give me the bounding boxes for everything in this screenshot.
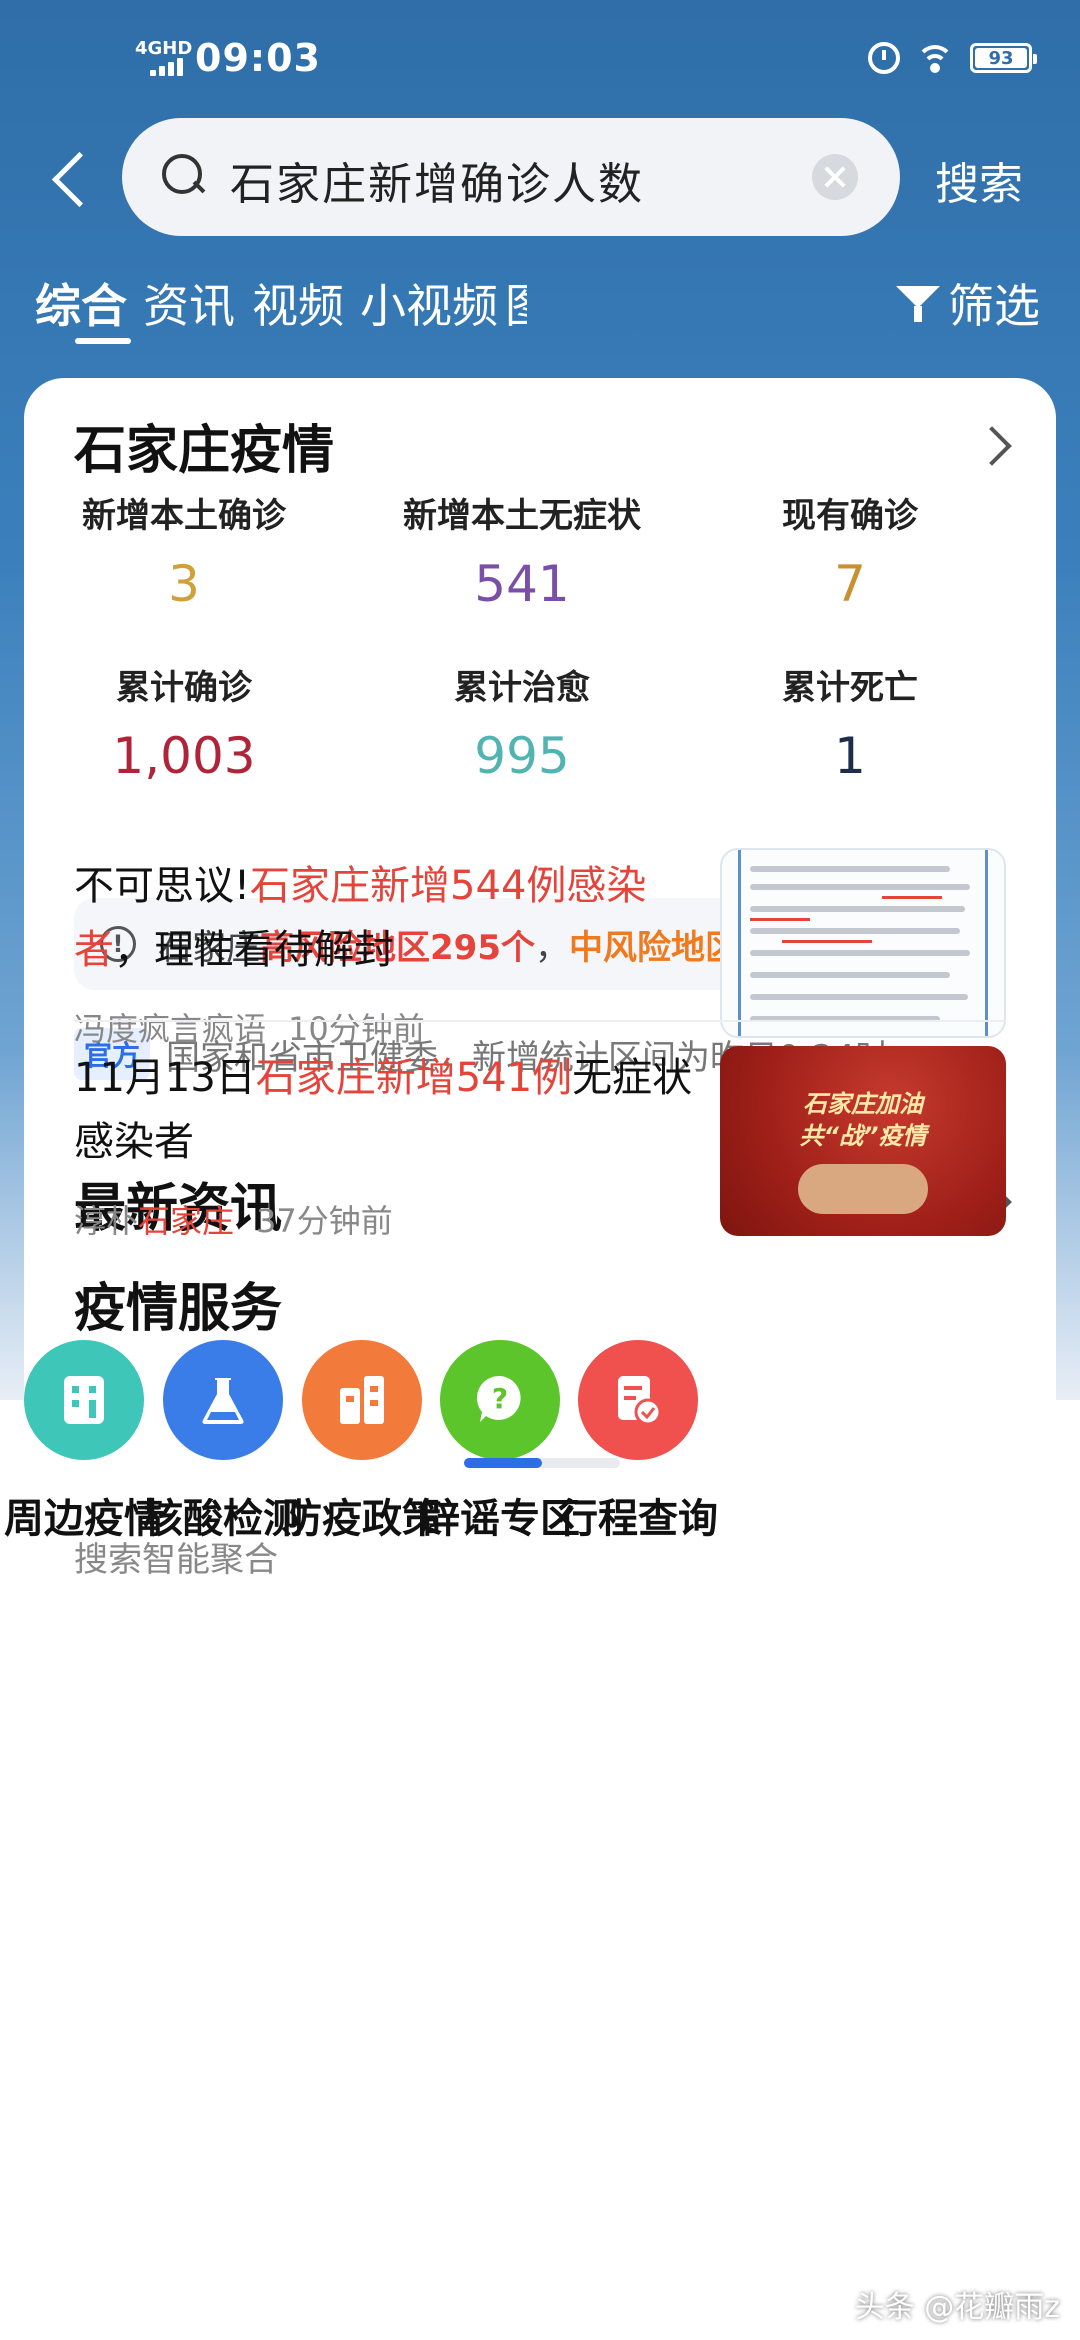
stat-value: 541 bbox=[474, 555, 570, 613]
stat-total-confirmed[interactable]: 累计确诊 1,003 bbox=[24, 660, 344, 785]
stat-value: 3 bbox=[168, 555, 200, 613]
search-button[interactable]: 搜索 bbox=[935, 148, 1023, 212]
tab-short-video[interactable]: 小视频 bbox=[360, 270, 498, 336]
stat-new-asymptomatic[interactable]: 新增本土无症状 541 bbox=[362, 488, 682, 613]
stat-new-local-confirmed[interactable]: 新增本土确诊 3 bbox=[24, 488, 344, 613]
alarm-icon bbox=[868, 42, 900, 74]
filter-icon bbox=[894, 280, 942, 326]
tab-image[interactable]: 图 bbox=[505, 270, 527, 336]
epidemic-chevron-icon[interactable] bbox=[972, 426, 1012, 466]
search-icon bbox=[162, 154, 204, 196]
news-title: 11月13日石家庄新增541例无症状感染者 bbox=[74, 1055, 693, 1165]
battery-level: 93 bbox=[988, 47, 1014, 69]
news-title: 不可思议!石家庄新增544例感染者，理性看待解封 bbox=[74, 863, 647, 973]
tab-video[interactable]: 视频 bbox=[252, 270, 344, 336]
results-card: 石家庄疫情 新增本土确诊 3 新增本土无症状 541 现有确诊 7 累计确诊 1… bbox=[4, 378, 1056, 2340]
news-thumbnail-poster[interactable]: 石家庄加油 共“战”疫情 bbox=[720, 1046, 1006, 1236]
tab-news[interactable]: 资讯 bbox=[143, 270, 235, 336]
news-divider bbox=[74, 1020, 1006, 1022]
wifi-icon bbox=[916, 43, 954, 73]
search-box[interactable]: 石家庄新增确诊人数 bbox=[122, 118, 900, 236]
filter-label: 筛选 bbox=[948, 279, 1040, 333]
clock: 09:03 bbox=[195, 36, 321, 80]
network-type: 4GHD bbox=[135, 38, 193, 59]
tab-active-indicator bbox=[75, 338, 131, 344]
poster-line: 共“战”疫情 bbox=[799, 1122, 927, 1150]
stat-total-deaths[interactable]: 累计死亡 1 bbox=[690, 660, 1010, 785]
epidemic-title[interactable]: 石家庄疫情 bbox=[74, 408, 334, 483]
back-icon[interactable] bbox=[40, 138, 90, 218]
stat-value: 1 bbox=[834, 727, 866, 785]
poster-line: 石家庄加油 bbox=[803, 1090, 923, 1118]
filter-button[interactable]: 筛选 bbox=[894, 270, 1040, 336]
battery-icon: 93 bbox=[970, 43, 1037, 73]
document-check-icon bbox=[578, 1340, 698, 1460]
signal-icon bbox=[150, 58, 186, 76]
svg-text:?: ? bbox=[492, 1382, 508, 1415]
stat-value: 995 bbox=[474, 727, 570, 785]
clear-icon[interactable] bbox=[812, 154, 858, 200]
service-itinerary-query[interactable]: 行程查询 bbox=[538, 1340, 738, 1544]
handshake-image bbox=[798, 1164, 928, 1214]
stat-total-cured[interactable]: 累计治愈 995 bbox=[362, 660, 682, 785]
services-row: 周边疫情 核酸检测 防疫政策 ? 辟谣专区 行程查询 bbox=[4, 1340, 1056, 1542]
search-aggregation-label: 搜索智能聚合 bbox=[74, 1540, 278, 1580]
tab-comprehensive[interactable]: 综合 bbox=[35, 270, 127, 336]
services-section-title: 疫情服务 bbox=[74, 1279, 283, 1339]
news-thumbnail-document[interactable] bbox=[720, 848, 1006, 1038]
stat-current-confirmed[interactable]: 现有确诊 7 bbox=[690, 488, 1010, 613]
search-input[interactable]: 石家庄新增确诊人数 bbox=[230, 148, 644, 212]
watermark: 头条 @花瓣雨z bbox=[854, 2290, 1060, 2325]
status-bar: 4GHD 09:03 93 bbox=[0, 0, 1080, 110]
page-indicator bbox=[464, 1458, 620, 1468]
stat-value: 7 bbox=[834, 555, 866, 613]
stat-value: 1,003 bbox=[112, 727, 256, 785]
